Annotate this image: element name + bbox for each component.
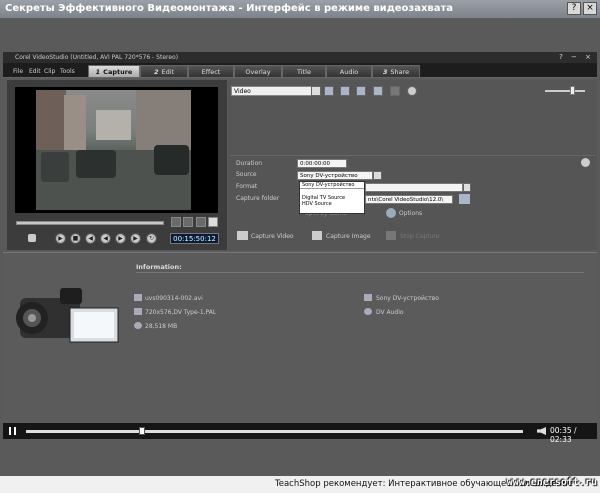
library-select[interactable]: Video xyxy=(231,86,317,96)
pause-icon[interactable] xyxy=(9,427,16,435)
folder-icon[interactable] xyxy=(459,194,470,204)
window-controls: ? × xyxy=(567,2,597,15)
capture-image-button[interactable]: Capture Image xyxy=(326,233,371,240)
chevron-down-icon[interactable] xyxy=(311,86,321,96)
repeat-icon[interactable]: ↻ xyxy=(146,233,157,244)
add-media-icon[interactable] xyxy=(340,86,350,96)
app-window-controls[interactable]: ? − × xyxy=(559,52,594,63)
tutorial-time: 00:35 / 02:33 xyxy=(550,426,577,444)
menu-clip[interactable]: Clip xyxy=(44,68,55,75)
end-icon[interactable]: ▶ xyxy=(130,233,141,244)
options-label[interactable]: Options xyxy=(399,210,422,217)
stop-capture-button[interactable]: Stop Capture xyxy=(400,233,439,240)
next-frame-icon[interactable]: ▶ xyxy=(115,233,126,244)
split-button[interactable] xyxy=(196,217,206,227)
format-select[interactable] xyxy=(365,183,463,192)
app-title-bar: Corel VideoStudio (Untitled, AVI PAL 720… xyxy=(3,52,597,63)
window-title: Секреты Эффективного Видеомонтажа - Инте… xyxy=(5,3,454,14)
info-filename: uvs090314-002.avi xyxy=(145,295,203,302)
tab-overlay[interactable]: Overlay xyxy=(234,65,282,77)
video-format-icon xyxy=(134,308,142,315)
tutorial-seek-handle[interactable] xyxy=(139,427,145,435)
dropdown-item[interactable]: Sony DV-устройство xyxy=(300,182,364,188)
tab-label: Title xyxy=(297,68,311,76)
camcorder-icon xyxy=(16,288,119,343)
info-video-format: 720x576,DV Type-1,PAL xyxy=(145,309,217,316)
tab-label: Overlay xyxy=(245,68,271,76)
previous-frame-icon[interactable]: ◀ xyxy=(100,233,111,244)
source-label: Source xyxy=(236,171,257,178)
close-button[interactable]: × xyxy=(583,2,597,15)
video-frame-image xyxy=(36,90,191,210)
volume-icon[interactable] xyxy=(28,234,36,242)
stop-capture-icon xyxy=(386,231,396,240)
information-heading: Information: xyxy=(136,263,182,271)
tab-number: 2 xyxy=(153,68,159,76)
device-icon xyxy=(364,294,372,301)
source-select[interactable]: Sony DV-устройство xyxy=(297,171,373,180)
source-dropdown-list[interactable]: Sony DV-устройство Digital TV Source HDV… xyxy=(299,181,365,214)
tab-audio[interactable]: Audio xyxy=(326,65,372,77)
home-icon[interactable]: ■ xyxy=(70,233,81,244)
enlarge-button[interactable] xyxy=(208,217,218,227)
info-size: 28,518 MB xyxy=(145,323,178,330)
chevron-down-icon[interactable] xyxy=(373,171,382,180)
tab-label: Edit xyxy=(161,68,175,76)
info-device: Sony DV-устройство xyxy=(376,295,439,302)
capture-folder-label: Capture folder xyxy=(236,195,280,202)
play-icon[interactable]: ▶ xyxy=(55,233,66,244)
preview-seek-bar[interactable] xyxy=(16,221,164,225)
window-title-bar: Секреты Эффективного Видеомонтажа - Инте… xyxy=(0,0,600,18)
capture-video-button[interactable]: Capture Video xyxy=(251,233,294,240)
library-manager-icon[interactable] xyxy=(356,86,366,96)
delete-icon[interactable] xyxy=(390,86,400,96)
tab-share[interactable]: 3 Share xyxy=(372,65,420,77)
capture-image-icon[interactable] xyxy=(312,231,322,240)
duration-label: Duration xyxy=(236,160,263,167)
info-audio: DV Audio xyxy=(376,309,404,316)
capture-video-icon[interactable] xyxy=(237,231,248,240)
format-label: Format xyxy=(236,183,258,190)
menu-file[interactable]: File xyxy=(13,68,23,75)
tab-number: 3 xyxy=(382,68,388,76)
watermark-text: www.enersoft.ru xyxy=(506,477,597,488)
tab-label: Effect xyxy=(201,68,221,76)
tab-label: Capture xyxy=(103,68,133,76)
rewind-icon[interactable]: ◀ xyxy=(85,233,96,244)
zoom-slider-track[interactable] xyxy=(545,90,585,92)
tab-label: Audio xyxy=(339,68,359,76)
timecode-display[interactable]: 00:15:50:12 xyxy=(170,233,219,244)
capture-folder-field[interactable]: nts\Corel VideoStudio\12.0\ xyxy=(365,195,453,204)
close-options-icon[interactable] xyxy=(581,158,590,167)
menu-tools[interactable]: Tools xyxy=(60,68,75,75)
app-title: Corel VideoStudio (Untitled, AVI PAL 720… xyxy=(15,54,179,61)
tab-label: Share xyxy=(390,68,410,76)
mark-out-button[interactable] xyxy=(183,217,193,227)
options-icon[interactable] xyxy=(386,208,396,218)
sort-icon[interactable] xyxy=(373,86,383,96)
tab-number: 1 xyxy=(95,68,101,76)
tab-effect[interactable]: Effect xyxy=(188,65,234,77)
menu-edit[interactable]: Edit xyxy=(29,68,41,75)
disk-icon xyxy=(134,322,142,329)
mark-in-button[interactable] xyxy=(171,217,181,227)
audio-icon xyxy=(364,308,372,315)
chevron-down-icon[interactable] xyxy=(463,183,471,192)
file-icon xyxy=(134,294,142,301)
tab-capture[interactable]: 1 Capture xyxy=(88,65,140,77)
zoom-slider-handle[interactable] xyxy=(570,86,575,95)
tab-edit[interactable]: 2 Edit xyxy=(140,65,188,77)
duration-field[interactable]: 0:00:00:00 xyxy=(297,159,347,168)
tutorial-seek-bar[interactable] xyxy=(26,430,523,433)
folder-icon[interactable] xyxy=(324,86,334,96)
help-button[interactable]: ? xyxy=(567,2,581,15)
tab-title[interactable]: Title xyxy=(282,65,326,77)
close-library-icon[interactable] xyxy=(407,86,417,96)
information-divider xyxy=(136,272,584,273)
dropdown-item[interactable]: HDV Source xyxy=(300,201,364,207)
dropdown-separator xyxy=(300,188,364,195)
